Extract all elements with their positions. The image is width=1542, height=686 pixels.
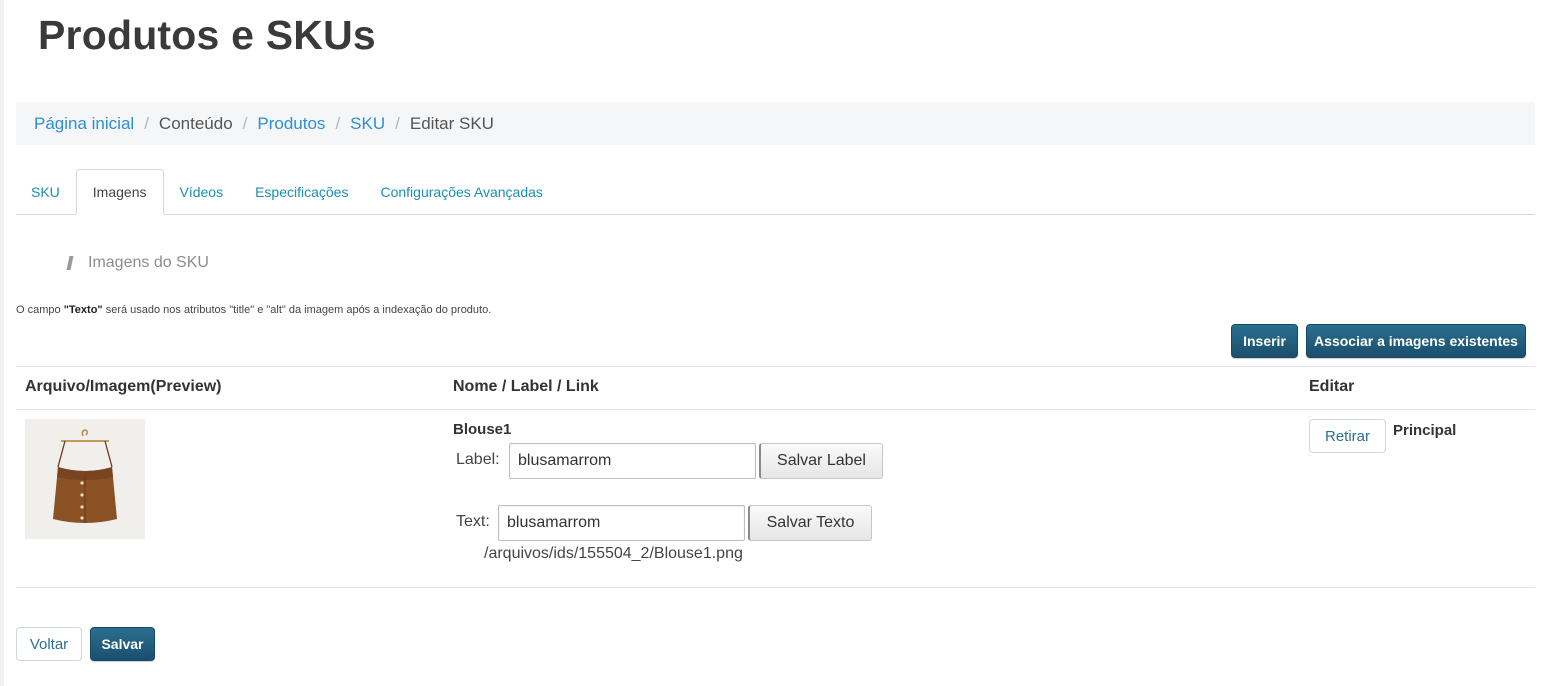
- breadcrumb-separator: /: [335, 113, 341, 133]
- breadcrumb-separator: /: [395, 113, 400, 133]
- tab-images[interactable]: Imagens: [75, 169, 164, 215]
- main-image-badge: Principal: [1393, 422, 1457, 439]
- help-note-field: "Texto": [63, 304, 103, 316]
- image-file-path: /arquivos/ids/155504_2/Blouse1.png: [484, 545, 743, 562]
- breadcrumb-home[interactable]: Página inicial: [34, 114, 134, 134]
- breadcrumb-content: Conteúdo: [158, 113, 233, 133]
- breadcrumb: Página inicial / Conteúdo / Produtos / S…: [16, 102, 1535, 145]
- image-preview[interactable]: [25, 419, 145, 539]
- text-field-caption: Text:: [456, 513, 490, 530]
- breadcrumb-current: Editar SKU: [409, 113, 494, 133]
- page-title: Produtos e SKUs: [38, 12, 376, 58]
- help-note: O campo "Texto" será usado nos atributos…: [16, 304, 491, 316]
- tab-videos[interactable]: Vídeos: [164, 169, 240, 215]
- image-name: Blouse1: [453, 421, 512, 438]
- back-button[interactable]: Voltar: [16, 627, 82, 661]
- tab-specifications[interactable]: Especificações: [239, 169, 364, 215]
- table-divider: [16, 409, 1535, 410]
- tab-bar: SKU Imagens Vídeos Especificações Config…: [16, 169, 1535, 215]
- breadcrumb-separator: /: [144, 113, 149, 133]
- save-button[interactable]: Salvar: [90, 627, 155, 661]
- text-input[interactable]: [498, 505, 745, 541]
- help-note-suffix: será usado nos atributos "title" e "alt"…: [102, 304, 492, 316]
- table-divider: [16, 366, 1535, 367]
- tab-sku[interactable]: SKU: [16, 169, 76, 215]
- remove-image-button[interactable]: Retirar: [1309, 419, 1386, 453]
- left-border: [0, 0, 4, 686]
- save-text-button[interactable]: Salvar Texto: [748, 505, 872, 541]
- blouse-image: [25, 419, 145, 539]
- associate-images-button[interactable]: Associar a imagens existentes: [1306, 324, 1526, 358]
- help-note-prefix: O campo: [16, 304, 64, 316]
- save-label-button[interactable]: Salvar Label: [759, 443, 883, 479]
- column-header-edit: Editar: [1309, 378, 1355, 395]
- section-title: Imagens do SKU: [88, 254, 209, 271]
- breadcrumb-separator: /: [242, 113, 248, 133]
- section-marker-icon: [66, 256, 74, 270]
- insert-button[interactable]: Inserir: [1231, 324, 1298, 358]
- breadcrumb-sku[interactable]: SKU: [350, 114, 385, 134]
- column-header-file: Arquivo/Imagem(Preview): [25, 378, 222, 395]
- label-field-caption: Label:: [456, 451, 500, 468]
- section-heading: Imagens do SKU: [66, 254, 209, 272]
- breadcrumb-products[interactable]: Produtos: [257, 114, 325, 134]
- column-header-name: Nome / Label / Link: [453, 378, 599, 395]
- label-input[interactable]: [509, 443, 756, 479]
- tab-advanced-settings[interactable]: Configurações Avançadas: [364, 169, 558, 215]
- table-divider: [16, 587, 1535, 588]
